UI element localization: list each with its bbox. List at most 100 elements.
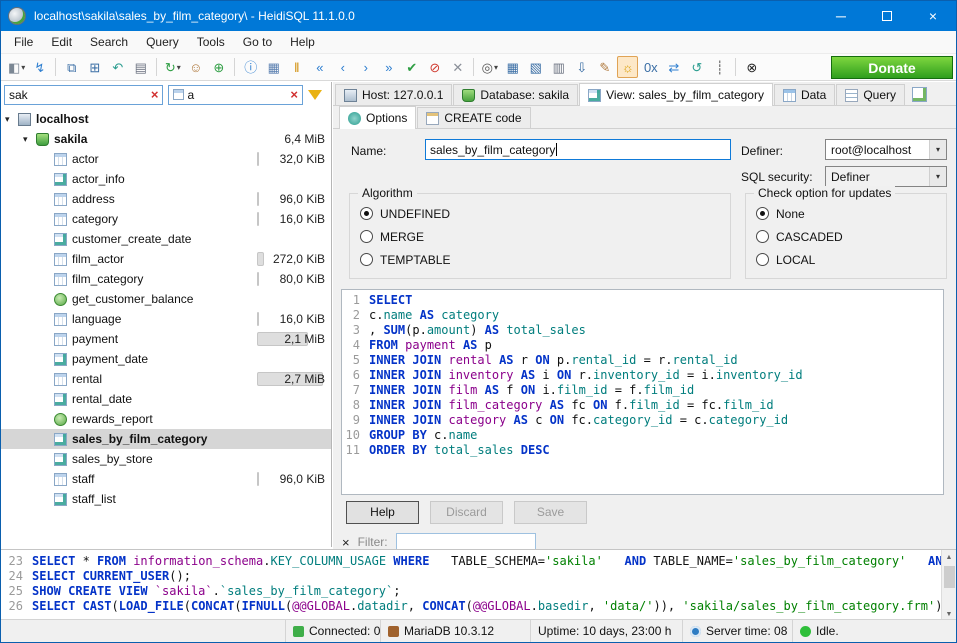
subtab-create-code[interactable]: CREATE code — [417, 107, 530, 128]
documents-icon[interactable]: ▥ — [548, 56, 569, 78]
tree-item-actor[interactable]: actor32,0 KiB — [1, 149, 331, 169]
menu-help[interactable]: Help — [281, 32, 324, 52]
query-icon — [845, 89, 858, 102]
create-database-icon[interactable]: ⊕ — [208, 56, 229, 78]
overflow-icon[interactable]: ┊ — [709, 56, 730, 78]
radio-cascaded[interactable]: CASCADED — [746, 225, 946, 248]
syntax-highlight-icon[interactable]: ☼ — [617, 56, 638, 78]
next-record-icon[interactable]: › — [355, 56, 376, 78]
expand-icon[interactable]: ▾ — [5, 114, 18, 125]
maximize-button[interactable] — [864, 1, 910, 31]
previous-record-icon[interactable]: ‹ — [332, 56, 353, 78]
tab-database-sakila[interactable]: Database: sakila — [453, 84, 578, 105]
tree-item-sales-by-film-category[interactable]: sales_by_film_category — [1, 429, 331, 449]
tab-view-sales-by-film-category[interactable]: View: sales_by_film_category — [579, 83, 773, 106]
refresh-icon[interactable]: ↻▾ — [162, 56, 183, 78]
tree-item-actor-info[interactable]: actor_info — [1, 169, 331, 189]
menu-query[interactable]: Query — [137, 32, 188, 52]
new-query-tab-icon[interactable] — [912, 87, 927, 102]
tree-item-staff[interactable]: staff96,0 KiB — [1, 469, 331, 489]
reload-icon[interactable]: ↺ — [686, 56, 707, 78]
info-icon[interactable]: ⓘ — [240, 56, 261, 78]
menu-file[interactable]: File — [5, 32, 42, 52]
sql-security-select[interactable]: Definer ▾ — [825, 166, 947, 187]
filter-funnel-icon[interactable] — [308, 90, 322, 100]
tree-item-staff-list[interactable]: staff_list — [1, 489, 331, 509]
tree-item-rental[interactable]: rental2,7 MiB — [1, 369, 331, 389]
close-filter-icon[interactable]: × — [342, 535, 350, 550]
clear-data-filter-icon[interactable]: × — [290, 87, 298, 102]
dropdown-arrow-icon[interactable]: ▾ — [494, 63, 498, 72]
menu-edit[interactable]: Edit — [42, 32, 81, 52]
tree-item-localhost[interactable]: ▾localhost — [1, 109, 331, 129]
tree-item-sales-by-store[interactable]: sales_by_store — [1, 449, 331, 469]
sql-editor[interactable]: 1SELECT2c.name AS category3, SUM(p.amoun… — [341, 289, 944, 495]
close-button[interactable]: × — [910, 1, 956, 31]
chevron-down-icon[interactable]: ▾ — [929, 167, 946, 186]
menu-tools[interactable]: Tools — [188, 32, 234, 52]
export-grid-icon[interactable]: ▧ — [525, 56, 546, 78]
radio-local[interactable]: LOCAL — [746, 248, 946, 271]
copy-icon[interactable]: ⧉ — [61, 56, 82, 78]
tab-data[interactable]: Data — [774, 84, 835, 105]
help-button[interactable]: Help — [346, 501, 419, 524]
expand-icon[interactable]: ▾ — [23, 134, 36, 145]
grid-icon[interactable]: ▦ — [502, 56, 523, 78]
first-record-icon[interactable]: « — [309, 56, 330, 78]
radio-none[interactable]: None — [746, 202, 946, 225]
tree-item-language[interactable]: language16,0 KiB — [1, 309, 331, 329]
cancel-icon[interactable]: ⊘ — [424, 56, 445, 78]
tree-item-payment-date[interactable]: payment_date — [1, 349, 331, 369]
chevron-down-icon[interactable]: ▾ — [929, 140, 946, 159]
last-record-icon[interactable]: » — [378, 56, 399, 78]
tree-item-rewards-report[interactable]: rewards_report — [1, 409, 331, 429]
post-icon[interactable]: ✔ — [401, 56, 422, 78]
undo-icon[interactable]: ↶ — [107, 56, 128, 78]
session-manager-icon[interactable]: ◧▾ — [6, 56, 27, 78]
tab-query[interactable]: Query — [836, 84, 905, 105]
sql-log[interactable]: 23SELECT * FROM information_schema.KEY_C… — [1, 549, 956, 621]
print-icon[interactable]: ▤ — [130, 56, 151, 78]
clear-icon[interactable]: ✕ — [447, 56, 468, 78]
log-scrollbar[interactable]: ▲ ▼ — [941, 550, 956, 621]
tab-host-127-0-0-1[interactable]: Host: 127.0.0.1 — [335, 84, 452, 105]
tree-item-address[interactable]: address96,0 KiB — [1, 189, 331, 209]
paste-icon[interactable]: ⊞ — [84, 56, 105, 78]
tree-item-film-category[interactable]: film_category80,0 KiB — [1, 269, 331, 289]
pause-icon[interactable]: ‖ — [286, 56, 307, 78]
tree-item-rental-date[interactable]: rental_date — [1, 389, 331, 409]
tree-item-category[interactable]: category16,0 KiB — [1, 209, 331, 229]
table-filter-input[interactable]: sak × — [4, 85, 163, 105]
edit-icon[interactable]: ✎ — [594, 56, 615, 78]
user-manager-icon[interactable]: ☺ — [185, 56, 206, 78]
hex-view-icon[interactable]: 0x — [640, 56, 661, 78]
subtab-options[interactable]: Options — [339, 106, 416, 129]
preferences-icon[interactable]: ▦ — [263, 56, 284, 78]
insert-value-icon[interactable]: ⇩ — [571, 56, 592, 78]
tree-item-film-actor[interactable]: film_actor272,0 KiB — [1, 249, 331, 269]
menu-go-to[interactable]: Go to — [234, 32, 281, 52]
view-name-input[interactable]: sales_by_film_category — [425, 139, 731, 160]
donate-button[interactable]: Donate — [831, 56, 953, 79]
dropdown-arrow-icon[interactable]: ▾ — [177, 63, 181, 72]
tree-item-get-customer-balance[interactable]: get_customer_balance — [1, 289, 331, 309]
scroll-thumb[interactable] — [944, 566, 955, 588]
dropdown-arrow-icon[interactable]: ▾ — [21, 63, 25, 72]
radio-temptable[interactable]: TEMPTABLE — [350, 248, 730, 271]
title-bar[interactable]: localhost\sakila\sales_by_film_category\… — [1, 1, 956, 31]
scroll-up-icon[interactable]: ▲ — [946, 550, 953, 564]
tree-item-payment[interactable]: payment2,1 MiB — [1, 329, 331, 349]
radio-undefined[interactable]: UNDEFINED — [350, 202, 730, 225]
minimize-button[interactable]: ─ — [818, 1, 864, 31]
clear-table-filter-icon[interactable]: × — [151, 87, 159, 102]
radio-merge[interactable]: MERGE — [350, 225, 730, 248]
tree-item-sakila[interactable]: ▾sakila6,4 MiB — [1, 129, 331, 149]
definer-select[interactable]: root@localhost ▾ — [825, 139, 947, 160]
swap-icon[interactable]: ⇄ — [663, 56, 684, 78]
tree-item-customer-create-date[interactable]: customer_create_date — [1, 229, 331, 249]
data-filter-input[interactable]: a × — [168, 85, 303, 105]
disconnect-icon[interactable]: ↯ — [29, 56, 50, 78]
menu-search[interactable]: Search — [81, 32, 137, 52]
stop-icon[interactable]: ⊗ — [741, 56, 762, 78]
search-icon[interactable]: ◎▾ — [479, 56, 500, 78]
